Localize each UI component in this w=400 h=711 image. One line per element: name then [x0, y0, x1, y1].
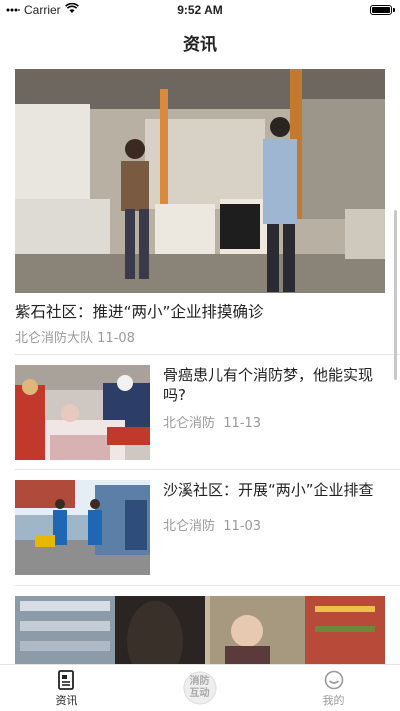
- hero-article-image[interactable]: [15, 69, 385, 293]
- tab-news[interactable]: 资讯: [0, 665, 133, 711]
- tab-profile[interactable]: 我的: [267, 665, 400, 711]
- article-source: 北仑消防: [163, 519, 216, 534]
- center-tab-text: 消防互动: [189, 676, 210, 699]
- tab-bar: 资讯 消防互动 我的: [0, 664, 400, 711]
- article-source: 北仑消防大队: [15, 331, 94, 346]
- tab-label: 资讯: [55, 694, 78, 707]
- tab-center[interactable]: 消防互动: [133, 665, 266, 711]
- article-thumbnail[interactable]: [15, 480, 150, 575]
- scrollbar[interactable]: [394, 210, 397, 380]
- article-thumbnail[interactable]: [15, 365, 150, 460]
- article-title[interactable]: 骨癌患儿有个消防梦，他能实现吗?: [163, 365, 385, 405]
- tab-label: 我的: [322, 694, 345, 707]
- divider: [15, 469, 400, 470]
- article-image-partial[interactable]: [15, 596, 385, 664]
- profile-icon: [324, 670, 344, 694]
- divider: [15, 585, 400, 586]
- status-bar: Carrier 9:52 AM: [0, 0, 400, 20]
- battery-tip: [393, 8, 395, 12]
- article-source: 北仑消防: [163, 416, 216, 431]
- article-date: 11-13: [223, 416, 262, 431]
- hero-article-meta: 北仑消防大队 11-08: [15, 327, 135, 346]
- battery-icon: [370, 5, 392, 15]
- page-title: 资讯: [183, 35, 217, 55]
- hero-article-title[interactable]: 紫石社区：推进“两小”企业排摸确诊: [15, 300, 264, 322]
- clock: 9:52 AM: [177, 3, 223, 17]
- article-date: 11-03: [223, 519, 262, 534]
- news-icon: [57, 670, 77, 694]
- article-date: 11-08: [97, 331, 135, 346]
- article-meta: 北仑消防 11-03: [163, 515, 261, 534]
- news-feed[interactable]: 紫石社区：推进“两小”企业排摸确诊 北仑消防大队 11-08 骨癌患儿有个消防梦…: [0, 62, 400, 664]
- divider: [15, 354, 400, 355]
- article-title[interactable]: 沙溪社区：开展“两小”企业排查: [163, 480, 385, 500]
- article-meta: 北仑消防 11-13: [163, 412, 261, 431]
